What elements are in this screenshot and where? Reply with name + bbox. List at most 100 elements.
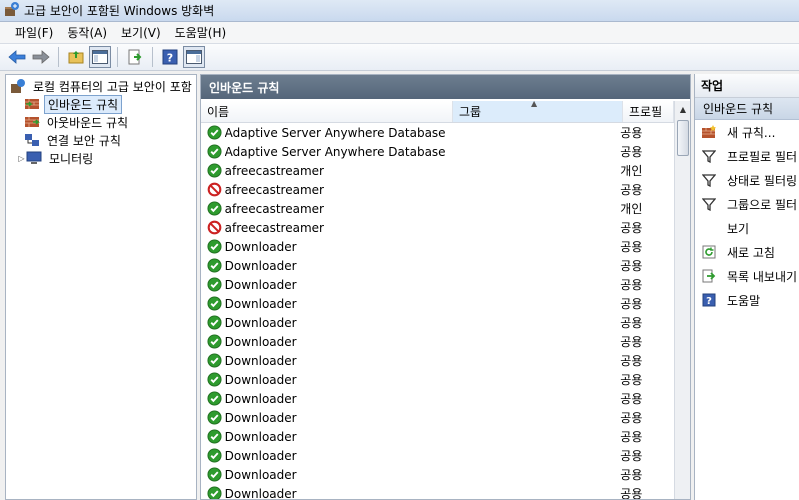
action-new-rule[interactable]: 새 규칙... [695, 120, 799, 144]
rules-list: Adaptive Server Anywhere Database En... 공… [201, 123, 674, 499]
table-row[interactable]: afreecastreamer 공용 [201, 180, 674, 199]
action-filter-by-state[interactable]: 상태로 필터링 [695, 168, 799, 192]
vertical-scrollbar[interactable]: ▲ [674, 101, 690, 499]
table-row[interactable]: Downloader 공용 [201, 408, 674, 427]
table-row[interactable]: Downloader 공용 [201, 294, 674, 313]
export-list-icon [128, 49, 142, 65]
column-name[interactable]: 이름 [201, 101, 453, 122]
show-hide-tree-button[interactable] [89, 46, 111, 68]
table-row[interactable]: Downloader 공용 [201, 256, 674, 275]
tree-item-monitoring[interactable]: ▷ 모니터링 [6, 149, 196, 167]
rule-profile: 공용 [620, 411, 643, 425]
table-row[interactable]: Adaptive Server Anywhere Database En... 공… [201, 142, 674, 161]
menu-action[interactable]: 동작(A) [60, 22, 114, 43]
rule-profile: 공용 [620, 354, 643, 368]
rule-name: afreecastreamer [224, 220, 324, 235]
rule-name: afreecastreamer [224, 182, 324, 197]
allowed-check-icon [207, 239, 223, 255]
column-header: 이름 ▲ 그룹 프로필 [201, 99, 674, 123]
forward-button[interactable] [30, 46, 52, 68]
action-label: 보기 [727, 221, 750, 236]
table-row[interactable]: Downloader 공용 [201, 313, 674, 332]
column-group[interactable]: ▲ 그룹 [453, 99, 623, 122]
actions-list: 새 규칙... 프로필로 필터 상태로 필터링그룹으로 필터보기새로 고침목록 내보… [695, 120, 799, 312]
allowed-check-icon [207, 201, 223, 217]
allowed-check-icon [207, 163, 223, 179]
back-button[interactable] [6, 46, 28, 68]
rule-profile: 공용 [620, 468, 643, 482]
rule-name: Adaptive Server Anywhere Database En... [224, 125, 450, 140]
table-row[interactable]: Downloader 공용 [201, 332, 674, 351]
scroll-thumb[interactable] [677, 120, 689, 156]
menu-view[interactable]: 보기(V) [114, 22, 168, 43]
table-row[interactable]: Downloader 공용 [201, 275, 674, 294]
menu-help[interactable]: 도움말(H) [168, 22, 234, 43]
help-button[interactable]: ? [159, 46, 181, 68]
table-row[interactable]: afreecastreamer 개인 [201, 161, 674, 180]
allowed-check-icon [207, 125, 223, 141]
actions-section-inbound[interactable]: 인바운드 규칙 [695, 98, 799, 120]
action-filter-by-group[interactable]: 그룹으로 필터 [695, 192, 799, 216]
table-row[interactable]: Downloader 공용 [201, 484, 674, 499]
up-folder-button[interactable] [65, 46, 87, 68]
back-arrow-icon [8, 50, 26, 64]
action-help[interactable]: ? 도움말 [695, 288, 799, 312]
rule-profile: 공용 [620, 221, 643, 235]
action-export-list[interactable]: 목록 내보내기 [695, 264, 799, 288]
tree-item-label: 연결 보안 규칙 [47, 133, 121, 148]
allowed-check-icon [207, 429, 223, 445]
column-profile[interactable]: 프로필 [623, 101, 674, 122]
rule-profile: 공용 [620, 316, 643, 330]
blocked-icon [207, 220, 223, 236]
menu-bar: 파일(F) 동작(A) 보기(V) 도움말(H) [0, 22, 799, 43]
menu-file[interactable]: 파일(F) [8, 22, 60, 43]
allowed-check-icon [207, 391, 223, 407]
expand-icon[interactable]: ▷ [17, 154, 26, 163]
table-row[interactable]: Downloader 공용 [201, 446, 674, 465]
table-row[interactable]: Downloader 공용 [201, 370, 674, 389]
connection-security-icon [25, 134, 39, 146]
rules-pane: 인바운드 규칙 이름 ▲ 그룹 프로필 Adaptive Server Anyw… [200, 74, 691, 500]
allowed-check-icon [207, 353, 223, 369]
table-row[interactable]: Adaptive Server Anywhere Database En... 공… [201, 123, 674, 142]
action-view[interactable]: 보기 [695, 216, 799, 240]
table-row[interactable]: Downloader 공용 [201, 465, 674, 484]
table-row[interactable]: Downloader 공용 [201, 389, 674, 408]
table-row[interactable]: afreecastreamer 공용 [201, 218, 674, 237]
action-label: 목록 내보내기 [727, 269, 798, 284]
allowed-check-icon [207, 315, 223, 331]
tree-item-label: 모니터링 [49, 151, 94, 166]
tree-root[interactable]: 로컬 컴퓨터의 고급 보안이 포함 [6, 77, 196, 95]
tree-item-label: 아웃바운드 규칙 [47, 115, 129, 130]
export-icon [701, 268, 717, 284]
action-label: 그룹으로 필터 [727, 197, 798, 212]
allowed-check-icon [207, 410, 223, 426]
action-pane-icon [186, 50, 202, 64]
table-row[interactable]: Downloader 공용 [201, 237, 674, 256]
svg-text:?: ? [706, 296, 712, 307]
table-row[interactable]: afreecastreamer 개인 [201, 199, 674, 218]
table-row[interactable]: Downloader 공용 [201, 351, 674, 370]
action-refresh[interactable]: 새로 고침 [695, 240, 799, 264]
allowed-check-icon [207, 277, 223, 293]
console-tree-icon [92, 50, 108, 64]
tree-item-inbound-rules[interactable]: 인바운드 규칙 [6, 94, 196, 114]
tree-item-outbound-rules[interactable]: 아웃바운드 규칙 [6, 113, 196, 131]
rule-name: Downloader [224, 429, 297, 444]
rule-profile: 공용 [620, 392, 643, 406]
monitoring-icon [26, 151, 42, 164]
blocked-icon [207, 182, 223, 198]
action-filter-by-profile[interactable]: 프로필로 필터 [695, 144, 799, 168]
forward-arrow-icon [32, 50, 50, 64]
tree-item-connection-security-rules[interactable]: 연결 보안 규칙 [6, 131, 196, 149]
export-list-button[interactable] [124, 46, 146, 68]
rule-name: Downloader [224, 315, 297, 330]
show-hide-action-pane-button[interactable] [183, 46, 205, 68]
scroll-up-icon[interactable]: ▲ [675, 101, 690, 118]
rules-pane-title: 인바운드 규칙 [201, 75, 690, 99]
allowed-check-icon [207, 144, 223, 160]
rule-profile: 공용 [620, 126, 643, 140]
refresh-icon [701, 244, 717, 260]
table-row[interactable]: Downloader 공용 [201, 427, 674, 446]
firewall-app-icon [4, 1, 20, 20]
